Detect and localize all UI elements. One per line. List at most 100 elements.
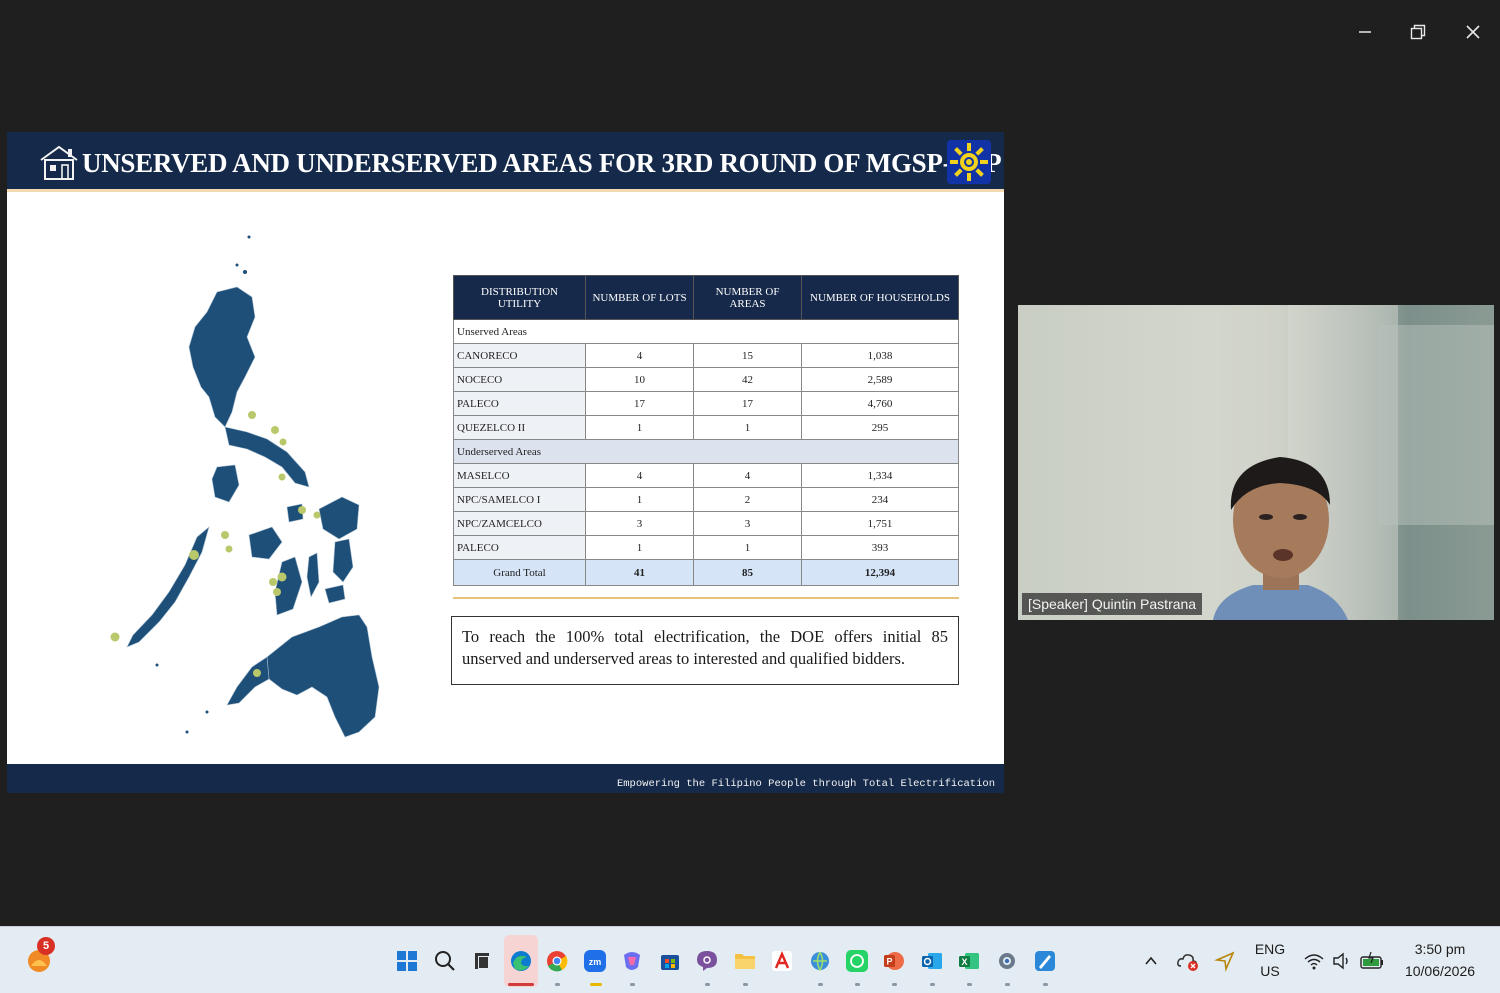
outlook-icon[interactable] [918,947,946,975]
cell-utility: NOCECO [453,367,586,392]
cloud-error-icon[interactable] [1174,947,1202,975]
cell-households: 1,334 [801,463,959,488]
cell-households: 393 [801,535,959,560]
excel-icon[interactable]: X [955,947,983,975]
language-indicator-top[interactable]: ENG [1252,941,1288,957]
running-indicator [855,983,860,986]
cell-utility: PALECO [453,391,586,416]
cell-lots: 10 [585,367,694,392]
location-icon[interactable] [1211,947,1239,975]
cell-utility: PALECO [453,535,586,560]
cell-total-areas: 85 [693,559,802,586]
settings-icon[interactable] [993,947,1021,975]
table-header-row: DISTRIBUTION UTILITY NUMBER OF LOTS NUMB… [453,275,959,320]
running-indicator [892,983,897,986]
edge-icon[interactable] [507,947,535,975]
volume-icon[interactable] [1328,947,1356,975]
clock-date[interactable]: 10/06/2026 [1400,963,1480,979]
whatsapp-icon[interactable] [843,947,871,975]
minimize-button[interactable] [1347,14,1383,50]
philippines-map [110,235,380,738]
copilot-icon[interactable] [618,947,646,975]
search-icon[interactable] [431,947,459,975]
cell-lots: 1 [585,535,694,560]
taskbar: 5 zm P X ENG US 3:50 pm 10/06/2026 [0,926,1500,993]
distribution-table: DISTRIBUTION UTILITY NUMBER OF LOTS NUMB… [453,275,959,586]
running-indicator [1043,983,1048,986]
battery-icon[interactable] [1358,947,1386,975]
doe-seal-icon [947,140,991,184]
house-icon [40,145,78,180]
vpn-icon[interactable] [806,947,834,975]
svg-text:zm: zm [589,957,602,967]
powerpoint-icon[interactable]: P [880,947,908,975]
chevron-up-icon[interactable] [1137,947,1165,975]
running-indicator [967,983,972,986]
table-row: NPC/ZAMCELCO 3 3 1,751 [453,511,959,536]
file-explorer-icon[interactable] [731,947,759,975]
shared-slide: UNSERVED AND UNDERSERVED AREAS FOR 3RD R… [7,132,1004,793]
table-row: CANORECO 4 15 1,038 [453,343,959,368]
store-icon[interactable] [656,947,684,975]
section-row-unserved: Unserved Areas [453,319,959,344]
grand-total-row: Grand Total 41 85 12,394 [453,559,959,586]
cell-lots: 4 [585,463,694,488]
cell-areas: 3 [693,511,802,536]
acrobat-icon[interactable] [768,947,796,975]
restore-icon [1410,24,1426,40]
cell-households: 234 [801,487,959,512]
cell-utility: NPC/SAMELCO I [453,487,586,512]
chrome-icon[interactable] [543,947,571,975]
cell-lots: 3 [585,511,694,536]
slide-header: UNSERVED AND UNDERSERVED AREAS FOR 3RD R… [7,132,1004,192]
slide-title: UNSERVED AND UNDERSERVED AREAS FOR 3RD R… [82,148,1002,178]
zoom-icon[interactable]: zm [581,947,609,975]
cell-areas: 4 [693,463,802,488]
col-header-lots: NUMBER OF LOTS [585,275,694,320]
table-row: PALECO 1 1 393 [453,535,959,560]
clock-time[interactable]: 3:50 pm [1400,941,1480,957]
close-icon [1466,25,1480,39]
section-label: Unserved Areas [453,319,959,344]
viber-icon[interactable] [693,947,721,975]
section-label: Underserved Areas [453,439,959,464]
cell-utility: NPC/ZAMCELCO [453,511,586,536]
restore-button[interactable] [1400,14,1436,50]
table-row: NPC/SAMELCO I 1 2 234 [453,487,959,512]
wifi-icon[interactable] [1300,947,1328,975]
divider [453,597,959,599]
speaker-figure [1213,305,1494,620]
cell-utility: QUEZELCO II [453,415,586,440]
col-header-utility: DISTRIBUTION UTILITY [453,275,586,320]
cell-total-households: 12,394 [801,559,959,586]
close-button[interactable] [1455,14,1491,50]
running-indicator [930,983,935,986]
task-view-icon[interactable] [468,947,496,975]
speaker-video[interactable]: [Speaker] Quintin Pastrana [1018,305,1494,620]
minimize-icon [1359,31,1371,33]
table-row: QUEZELCO II 1 1 295 [453,415,959,440]
cell-areas: 1 [693,415,802,440]
paint-icon[interactable] [1031,947,1059,975]
running-indicator [705,983,710,986]
cell-areas: 2 [693,487,802,512]
active-app-indicator [508,983,534,986]
cell-lots: 1 [585,415,694,440]
cell-utility: MASELCO [453,463,586,488]
cell-households: 2,589 [801,367,959,392]
running-indicator [555,983,560,986]
cell-households: 1,751 [801,511,959,536]
table-row: MASELCO 4 4 1,334 [453,463,959,488]
language-indicator-bottom[interactable]: US [1252,963,1288,979]
table-row: NOCECO 10 42 2,589 [453,367,959,392]
cell-areas: 1 [693,535,802,560]
start-icon[interactable] [393,947,421,975]
running-indicator [1005,983,1010,986]
svg-text:X: X [961,957,967,967]
cell-lots: 4 [585,343,694,368]
col-header-areas: NUMBER OF AREAS [693,275,802,320]
running-indicator [818,983,823,986]
cell-households: 1,038 [801,343,959,368]
cell-households: 295 [801,415,959,440]
col-header-households: NUMBER OF HOUSEHOLDS [801,275,959,320]
